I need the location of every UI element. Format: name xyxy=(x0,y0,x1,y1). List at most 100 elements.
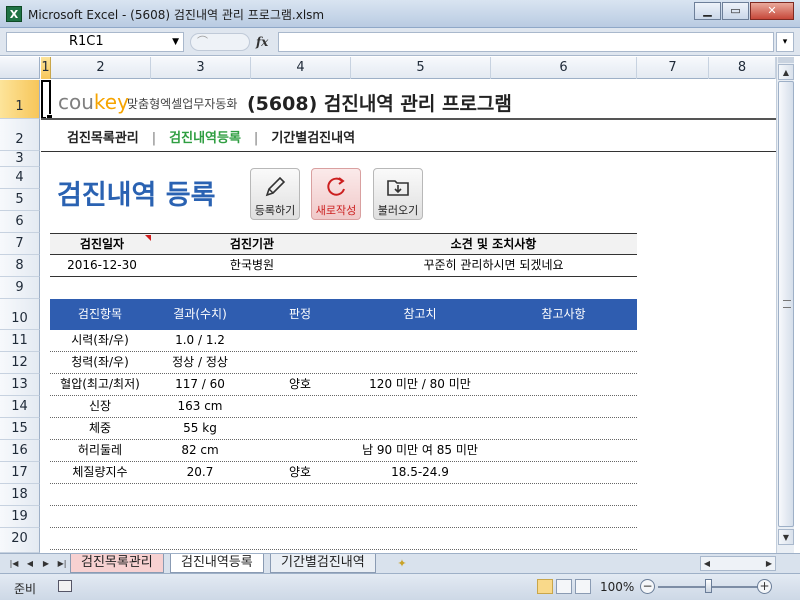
cell[interactable]: 청력(좌/우) xyxy=(50,352,150,374)
row-header[interactable]: 6 xyxy=(0,211,40,233)
prev-sheet-icon[interactable]: ◀ xyxy=(24,556,36,571)
zoom-in-icon[interactable]: + xyxy=(757,579,772,594)
cell[interactable] xyxy=(250,440,350,462)
row-header[interactable]: 8 xyxy=(0,255,40,277)
row-header[interactable]: 12 xyxy=(0,352,40,374)
scroll-thumb[interactable] xyxy=(778,81,794,527)
close-button[interactable]: ✕ xyxy=(750,2,794,20)
cell[interactable] xyxy=(490,462,637,484)
row-header[interactable]: 16 xyxy=(0,440,40,462)
split-handle[interactable] xyxy=(778,57,794,63)
cell[interactable]: 체질량지수 xyxy=(50,462,150,484)
comment-indicator[interactable] xyxy=(145,235,151,241)
cell[interactable] xyxy=(250,528,350,550)
column-header[interactable]: 2 xyxy=(51,57,151,79)
excel-app-icon[interactable]: X xyxy=(6,6,22,22)
scroll-left-icon[interactable]: ◀ xyxy=(701,557,713,570)
cell[interactable] xyxy=(350,396,490,418)
cell[interactable] xyxy=(250,396,350,418)
sheet-tab-list[interactable]: 검진목록관리 xyxy=(70,554,164,573)
vertical-scrollbar[interactable]: ▲ ▼ xyxy=(776,57,794,553)
cell[interactable]: 남 90 미만 여 85 미만 xyxy=(350,440,490,462)
restore-button[interactable]: ▭ xyxy=(722,2,749,20)
row-header[interactable]: 11 xyxy=(0,330,40,352)
exam-date-cell[interactable]: 2016-12-30 xyxy=(50,255,154,277)
cell[interactable] xyxy=(490,484,637,506)
page-layout-view-icon[interactable] xyxy=(556,579,572,594)
cell[interactable]: 허리둘레 xyxy=(50,440,150,462)
cell[interactable] xyxy=(250,418,350,440)
row-header[interactable]: 15 xyxy=(0,418,40,440)
row-header[interactable]: 14 xyxy=(0,396,40,418)
cell[interactable] xyxy=(350,352,490,374)
institution-cell[interactable]: 한국병원 xyxy=(154,255,350,277)
page-break-view-icon[interactable] xyxy=(575,579,591,594)
scroll-up-icon[interactable]: ▲ xyxy=(778,64,794,80)
cell[interactable] xyxy=(150,528,250,550)
cell[interactable]: 1.0 / 1.2 xyxy=(150,330,250,352)
row-header[interactable]: 10 xyxy=(0,299,40,330)
cell[interactable] xyxy=(490,330,637,352)
formula-input[interactable] xyxy=(278,32,774,52)
cell[interactable] xyxy=(350,506,490,528)
cell[interactable]: 55 kg xyxy=(150,418,250,440)
row-header[interactable]: 7 xyxy=(0,233,40,255)
cell[interactable] xyxy=(250,330,350,352)
cell[interactable] xyxy=(490,528,637,550)
formula-cancel-enter[interactable]: ⌒ xyxy=(190,33,250,51)
select-all-corner[interactable] xyxy=(0,57,40,79)
zoom-out-icon[interactable]: − xyxy=(640,579,655,594)
cell[interactable]: 20.7 xyxy=(150,462,250,484)
nav-item-list[interactable]: 검진목록관리 xyxy=(67,127,139,146)
cell[interactable] xyxy=(250,352,350,374)
cell[interactable]: 117 / 60 xyxy=(150,374,250,396)
cell[interactable]: 정상 / 정상 xyxy=(150,352,250,374)
load-button[interactable]: 불러오기 xyxy=(373,168,423,220)
cell[interactable] xyxy=(250,506,350,528)
register-button[interactable]: 등록하기 xyxy=(250,168,300,220)
cell[interactable]: 혈압(최고/최저) xyxy=(50,374,150,396)
row-header[interactable]: 19 xyxy=(0,506,40,528)
column-header[interactable]: 4 xyxy=(251,57,351,79)
zoom-slider-thumb[interactable] xyxy=(705,579,712,593)
scroll-down-icon[interactable]: ▼ xyxy=(778,529,794,545)
sheet-tab-period[interactable]: 기간별검진내역 xyxy=(270,554,376,573)
horizontal-scrollbar[interactable]: ◀ ▶ xyxy=(700,556,776,571)
column-header[interactable]: 7 xyxy=(637,57,709,79)
chevron-down-icon[interactable]: ▼ xyxy=(172,33,179,51)
cell[interactable] xyxy=(350,484,490,506)
column-header[interactable]: 3 xyxy=(151,57,251,79)
cell[interactable] xyxy=(350,418,490,440)
column-header[interactable]: 1 xyxy=(41,57,51,79)
cell[interactable] xyxy=(490,352,637,374)
next-sheet-icon[interactable]: ▶ xyxy=(40,556,52,571)
worksheet[interactable]: coukey 맞춤형엑셀업무자동화 (5608) 검진내역 관리 프로그램 검진… xyxy=(41,80,776,553)
column-header[interactable]: 8 xyxy=(709,57,776,79)
cell[interactable]: 양호 xyxy=(250,462,350,484)
cell[interactable]: 120 미만 / 80 미만 xyxy=(350,374,490,396)
sheet-tab-register[interactable]: 검진내역등록 xyxy=(170,554,264,573)
row-header[interactable]: 5 xyxy=(0,189,40,211)
expand-formula-icon[interactable]: ▾ xyxy=(776,32,794,52)
new-entry-button[interactable]: 새로작성 xyxy=(311,168,361,220)
scroll-right-icon[interactable]: ▶ xyxy=(763,557,775,570)
cell[interactable]: 82 cm xyxy=(150,440,250,462)
remarks-cell[interactable]: 꾸준히 관리하시면 되겠네요 xyxy=(350,255,637,277)
macro-record-icon[interactable] xyxy=(58,580,72,592)
row-header[interactable]: 3 xyxy=(0,151,40,167)
cell[interactable]: 신장 xyxy=(50,396,150,418)
cell[interactable] xyxy=(50,484,150,506)
row-header[interactable]: 18 xyxy=(0,484,40,506)
cell[interactable] xyxy=(490,506,637,528)
column-header[interactable]: 5 xyxy=(351,57,491,79)
column-header[interactable]: 6 xyxy=(491,57,637,79)
cell[interactable] xyxy=(150,484,250,506)
row-header[interactable]: 13 xyxy=(0,374,40,396)
cell[interactable] xyxy=(50,528,150,550)
nav-item-period[interactable]: 기간별검진내역 xyxy=(271,127,355,146)
row-header[interactable]: 1 xyxy=(0,80,40,119)
minimize-button[interactable]: ▁ xyxy=(694,2,721,20)
zoom-level[interactable]: 100% xyxy=(600,580,634,594)
cell[interactable]: 163 cm xyxy=(150,396,250,418)
cell[interactable] xyxy=(490,396,637,418)
